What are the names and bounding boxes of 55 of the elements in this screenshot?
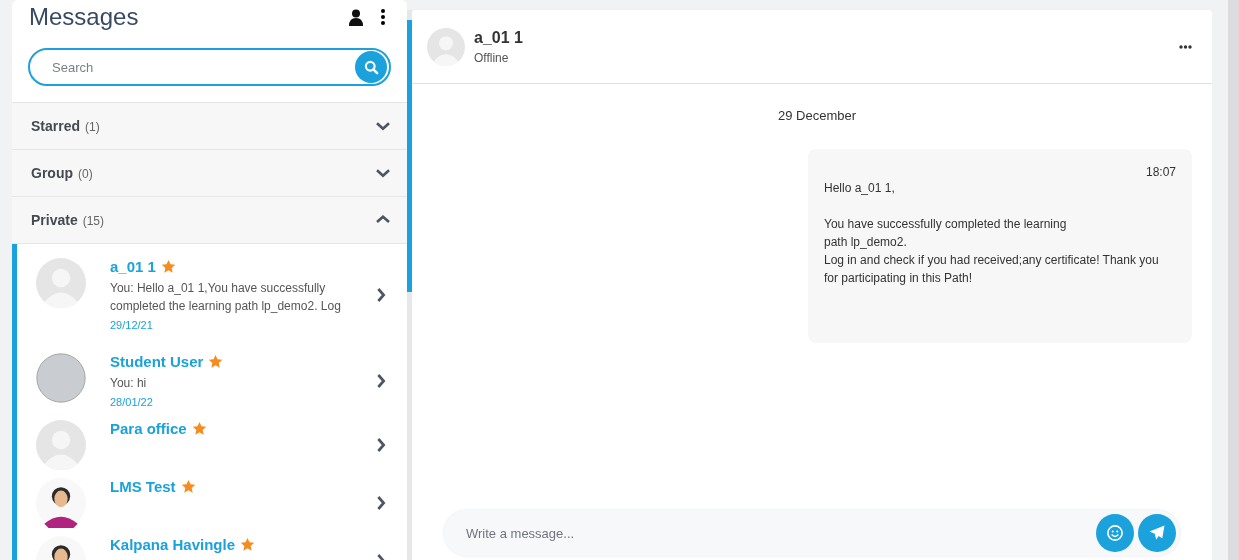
user-icon[interactable] bbox=[349, 8, 363, 26]
star-icon bbox=[240, 537, 256, 552]
section-header[interactable]: Starred (1) bbox=[12, 103, 407, 150]
chevron-icon bbox=[375, 214, 391, 226]
scrollbar-thumb[interactable] bbox=[407, 20, 412, 292]
more-options-icon[interactable] bbox=[1179, 44, 1192, 49]
send-button[interactable] bbox=[1138, 514, 1176, 552]
section-header[interactable]: Private (15) bbox=[12, 197, 407, 244]
contact-name: LMS Test bbox=[110, 478, 176, 495]
contact-name: Kalpana Havingle bbox=[110, 536, 236, 553]
chevron-icon bbox=[375, 437, 387, 453]
date-divider: 29 December bbox=[777, 108, 856, 123]
avatar-placeholder-icon bbox=[36, 258, 86, 308]
message-date: 29/12/21 bbox=[110, 319, 154, 331]
section-label: Starred bbox=[31, 118, 81, 134]
search-field[interactable]: Search bbox=[28, 48, 391, 86]
section-label: Private bbox=[31, 212, 78, 228]
chevron-icon bbox=[375, 495, 387, 511]
contact-name: a_01 1 bbox=[474, 28, 524, 47]
message-text: Hello a_01 1, You have successfully completed the learning path lp_demo2. Log in and check if you had received;any certificate! Thank you for participating in this Path! bbox=[824, 180, 1160, 287]
message-time: 18:07 bbox=[1145, 165, 1176, 179]
paper-plane-icon bbox=[1148, 524, 1166, 542]
section-count: (0) bbox=[78, 167, 93, 181]
message-preview: You: hi bbox=[110, 375, 148, 392]
contact-name: a_01 1 bbox=[110, 258, 156, 275]
avatar-placeholder-icon bbox=[427, 27, 465, 66]
contact-name: Student User bbox=[110, 353, 204, 370]
avatar-illustration-icon bbox=[36, 478, 86, 528]
chevron-icon bbox=[375, 372, 387, 389]
emoji-button[interactable] bbox=[1096, 514, 1134, 552]
message-text-input[interactable]: Write a message... bbox=[464, 524, 1092, 542]
avatar-placeholder-icon bbox=[36, 420, 86, 470]
chevron-icon bbox=[375, 167, 391, 179]
section-header[interactable]: Group (0) bbox=[12, 150, 407, 197]
contact-status: Offline bbox=[474, 50, 510, 65]
section-count: (1) bbox=[85, 120, 100, 134]
more-options-icon[interactable] bbox=[381, 9, 385, 25]
star-icon bbox=[191, 421, 207, 436]
search-icon bbox=[363, 59, 379, 75]
chevron-icon bbox=[375, 286, 387, 303]
search-button[interactable] bbox=[355, 51, 387, 83]
section-count: (15) bbox=[82, 214, 105, 228]
photo-placeholder bbox=[36, 353, 86, 403]
star-icon bbox=[208, 354, 224, 369]
panel-title: Messages bbox=[28, 3, 139, 31]
message-preview: You: Hello a_01 1,You have successfully completed the learning path lp_demo2. Log bbox=[110, 280, 342, 315]
search-input[interactable]: Search bbox=[50, 58, 355, 76]
chevron-icon bbox=[375, 120, 391, 132]
smiley-icon bbox=[1106, 524, 1124, 542]
contact-name: Para office bbox=[110, 420, 187, 437]
message-input[interactable]: Write a message... bbox=[444, 510, 1180, 556]
section-label: Group bbox=[31, 165, 73, 181]
star-icon bbox=[160, 259, 176, 274]
message-date: 28/01/22 bbox=[110, 396, 154, 408]
star-icon bbox=[180, 479, 196, 494]
